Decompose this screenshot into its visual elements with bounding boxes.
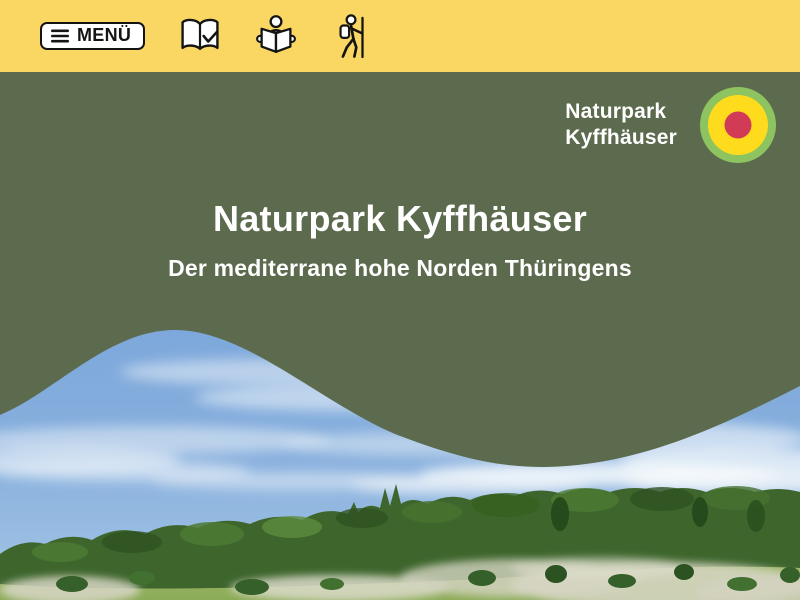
site-logo-line2: Kyffhäuser — [565, 125, 677, 151]
reading-info-button[interactable] — [253, 13, 299, 59]
site-logo-line1: Naturpark — [565, 99, 677, 125]
hiking-tours-button[interactable] — [329, 13, 375, 59]
naturpark-kyffhaeuser-homepage: MENÜ — [0, 0, 800, 600]
top-navigation-bar: MENÜ — [0, 0, 800, 72]
menu-button-label: MENÜ — [77, 25, 131, 46]
page-title: Naturpark Kyffhäuser — [0, 198, 800, 240]
person-reading-icon — [253, 13, 299, 59]
guidebook-button[interactable] — [177, 13, 223, 59]
site-logo[interactable]: Naturpark Kyffhäuser — [565, 86, 777, 164]
hiker-icon — [331, 13, 373, 59]
menu-button[interactable]: MENÜ — [40, 22, 145, 50]
naturpark-logo-icon — [699, 86, 777, 164]
open-book-check-icon — [178, 14, 222, 58]
hamburger-icon — [51, 29, 69, 43]
site-logo-text: Naturpark Kyffhäuser — [565, 99, 677, 151]
hero-section: Naturpark Kyffhäuser Naturpark Kyffhäuse… — [0, 72, 800, 600]
page-subtitle: Der mediterrane hohe Norden Thüringens — [0, 255, 800, 282]
